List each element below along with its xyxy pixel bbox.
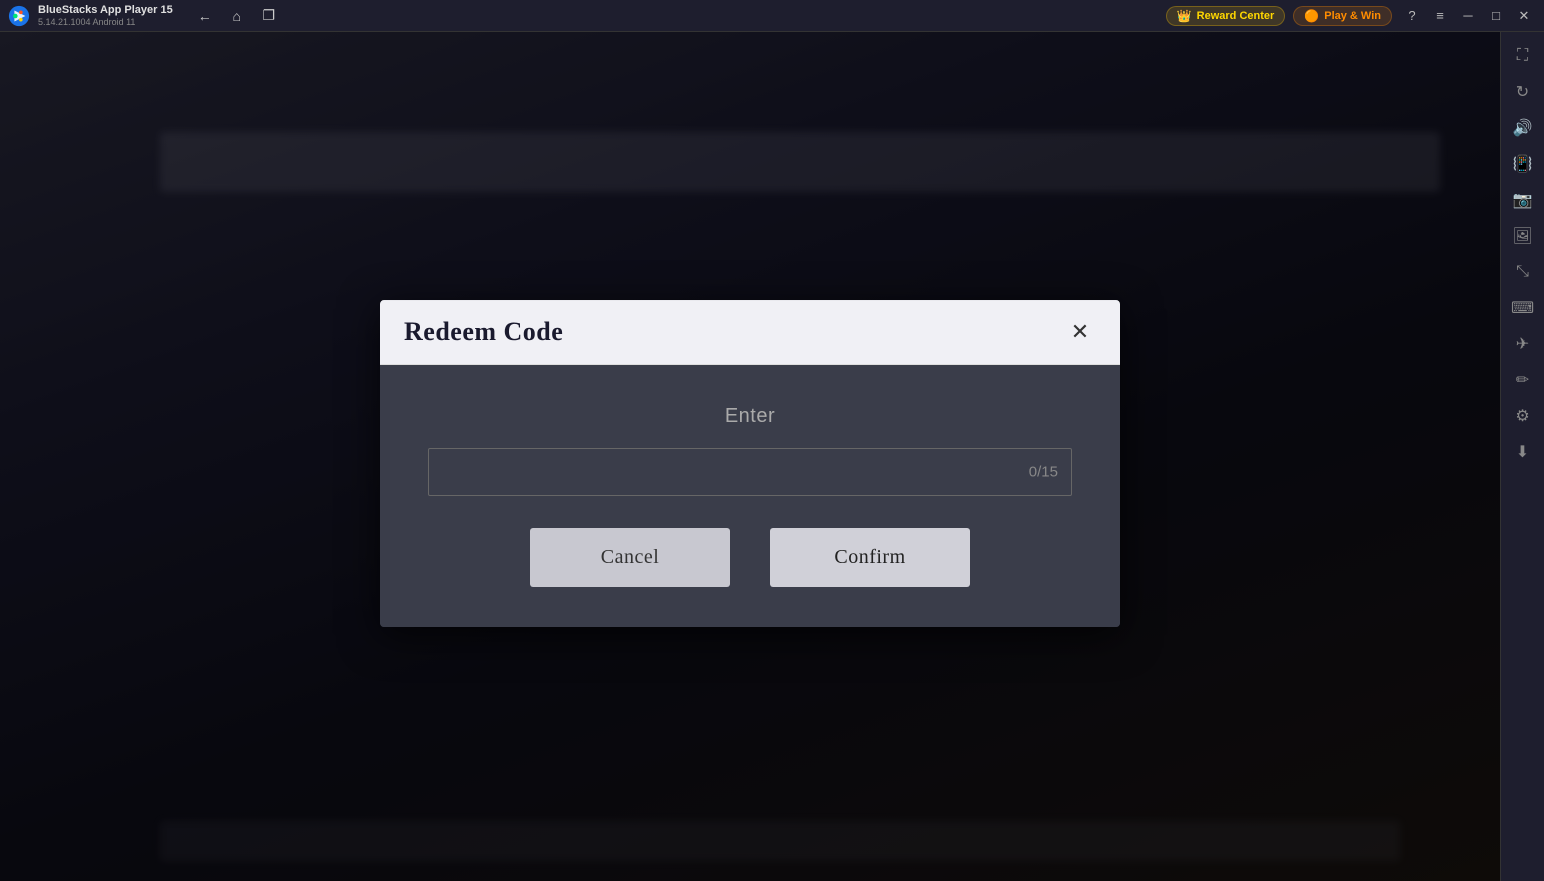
modal-footer: Cancel Confirm	[428, 528, 1072, 595]
nav-home-button[interactable]: ⌂	[225, 4, 249, 28]
cancel-button[interactable]: Cancel	[530, 528, 730, 587]
apk-icon[interactable]: ⬇	[1507, 436, 1539, 468]
enter-label: Enter	[428, 405, 1072, 428]
play-win-label: Play & Win	[1324, 10, 1381, 22]
close-button[interactable]: ✕	[1512, 4, 1536, 28]
rotate-icon[interactable]: ↻	[1507, 76, 1539, 108]
camera-icon[interactable]: 📷	[1507, 184, 1539, 216]
modal-body: Enter 0/15 Cancel Confirm	[380, 365, 1120, 627]
fullscreen-icon[interactable]: ⛶	[1507, 40, 1539, 72]
help-button[interactable]: ?	[1400, 4, 1424, 28]
keyboard-icon[interactable]: ⌨	[1507, 292, 1539, 324]
titlebar: BlueStacks App Player 15 5.14.21.1004 An…	[0, 0, 1544, 32]
nav-buttons: ← ⌂ ❐	[193, 4, 281, 28]
confirm-button[interactable]: Confirm	[770, 528, 970, 587]
right-sidebar: ⛶ ↻ 🔊 📳 📷 🖼 ⤡ ⌨ ✈ ✏ ⚙ ⬇	[1500, 32, 1544, 881]
resize-icon[interactable]: ⤡	[1507, 256, 1539, 288]
bluestacks-logo	[8, 5, 30, 27]
edit-icon[interactable]: ✏	[1507, 364, 1539, 396]
reward-center-label: Reward Center	[1197, 10, 1275, 22]
shake-icon[interactable]: 📳	[1507, 148, 1539, 180]
redeem-code-modal: Redeem Code ✕ Enter 0/15 Cancel Confirm	[380, 300, 1120, 627]
nav-copy-button[interactable]: ❐	[257, 4, 281, 28]
code-input[interactable]	[428, 448, 1072, 496]
nav-back-button[interactable]: ←	[193, 4, 217, 28]
play-win-button[interactable]: 🟠 Play & Win	[1293, 6, 1392, 26]
reward-icon: 👑	[1177, 9, 1192, 23]
app-version: 5.14.21.1004 Android 11	[38, 17, 173, 28]
menu-button[interactable]: ≡	[1428, 4, 1452, 28]
minimize-button[interactable]: ─	[1456, 4, 1480, 28]
main-content: Redeem Code ✕ Enter 0/15 Cancel Confirm	[0, 32, 1500, 881]
app-info: BlueStacks App Player 15 5.14.21.1004 An…	[38, 4, 173, 28]
modal-header: Redeem Code ✕	[380, 300, 1120, 365]
input-counter: 0/15	[1029, 463, 1058, 480]
window-controls: ? ≡ ─ □ ✕	[1400, 4, 1536, 28]
screenshot-icon[interactable]: 🖼	[1507, 220, 1539, 252]
play-win-icon: 🟠	[1304, 9, 1319, 23]
reward-center-button[interactable]: 👑 Reward Center	[1166, 6, 1286, 26]
code-input-wrapper: 0/15	[428, 448, 1072, 496]
modal-title: Redeem Code	[404, 317, 563, 347]
maximize-button[interactable]: □	[1484, 4, 1508, 28]
volume-icon[interactable]: 🔊	[1507, 112, 1539, 144]
modal-container: Redeem Code ✕ Enter 0/15 Cancel Confirm	[380, 300, 1120, 627]
app-name: BlueStacks App Player 15	[38, 4, 173, 17]
plane-icon[interactable]: ✈	[1507, 328, 1539, 360]
modal-close-button[interactable]: ✕	[1064, 316, 1096, 348]
settings-icon[interactable]: ⚙	[1507, 400, 1539, 432]
